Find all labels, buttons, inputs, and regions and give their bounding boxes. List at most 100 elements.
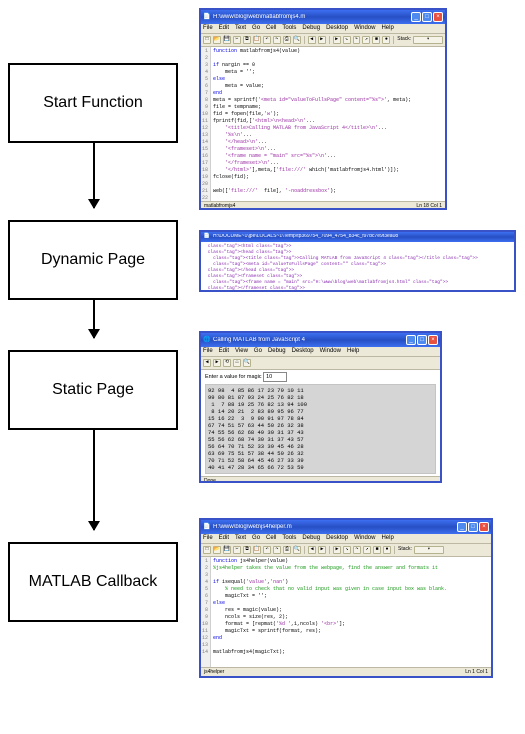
menu-text[interactable]: Text xyxy=(235,25,246,32)
copy-icon[interactable]: ⧉ xyxy=(243,36,251,44)
close-button[interactable]: × xyxy=(433,12,443,22)
menu-help[interactable]: Help xyxy=(381,25,393,32)
menu-edit[interactable]: Edit xyxy=(219,535,229,542)
new-icon[interactable]: □ xyxy=(203,36,211,44)
redo-icon[interactable]: ↷ xyxy=(273,36,281,44)
print-icon[interactable]: ⎙ xyxy=(283,36,291,44)
menu-cell[interactable]: Cell xyxy=(266,535,276,542)
redo-icon[interactable]: ↷ xyxy=(273,546,281,554)
menu-help[interactable]: Help xyxy=(347,348,359,355)
menu-file[interactable]: File xyxy=(203,348,213,355)
back-icon[interactable]: ◀ xyxy=(203,359,211,367)
window-title: H:\www\blog\web\js4helper.m xyxy=(213,524,457,531)
editor-body: 123456789101112131415161718192021222324 … xyxy=(201,47,445,201)
menu-window[interactable]: Window xyxy=(354,25,375,32)
home-icon[interactable]: ⌂ xyxy=(233,359,241,367)
line-gutter: 1234567891011121314 xyxy=(201,557,211,667)
flow-box-dynamic-page: Dynamic Page xyxy=(8,220,178,300)
code-area[interactable]: function matlabfromjs4(value) if nargin … xyxy=(211,47,413,201)
minimize-button[interactable]: _ xyxy=(411,12,421,22)
find-icon[interactable]: 🔍 xyxy=(293,546,301,554)
maximize-button[interactable]: □ xyxy=(468,522,478,532)
run-icon[interactable]: ▶ xyxy=(333,36,341,44)
code-area[interactable]: function js4helper(value) %js4helper tak… xyxy=(211,557,449,667)
breakpoint-icon[interactable]: ● xyxy=(382,36,390,44)
fwd-icon[interactable]: ▶ xyxy=(318,36,326,44)
find-icon[interactable]: 🔍 xyxy=(243,359,251,367)
stop-icon[interactable]: ■ xyxy=(373,546,381,554)
maximize-button[interactable]: □ xyxy=(417,335,427,345)
fwd-icon[interactable]: ▶ xyxy=(318,546,326,554)
menu-window[interactable]: Window xyxy=(354,535,375,542)
menu-bar: File Edit Text Go Cell Tools Debug Desktop Windo… xyxy=(201,24,445,34)
step-in-icon[interactable]: ↘ xyxy=(343,546,351,554)
stack-label: Stack: xyxy=(397,37,411,43)
menu-tools[interactable]: Tools xyxy=(282,535,296,542)
undo-icon[interactable]: ↶ xyxy=(263,546,271,554)
menu-window[interactable]: Window xyxy=(320,348,341,355)
window-titlebar[interactable]: 📄 H:\www\blog\web\js4helper.m _ □ × xyxy=(201,520,491,534)
menu-help[interactable]: Help xyxy=(381,535,393,542)
reload-icon[interactable]: ⟲ xyxy=(223,359,231,367)
paste-icon[interactable]: 📋 xyxy=(253,36,261,44)
menu-go[interactable]: Go xyxy=(252,25,260,32)
stack-dropdown[interactable]: ▾ xyxy=(414,546,444,554)
app-icon: 📄 xyxy=(203,233,211,241)
window-titlebar[interactable]: 🌐 Calling MATLAB from JavaScript 4 _ □ × xyxy=(201,333,440,347)
menu-tools[interactable]: Tools xyxy=(282,25,296,32)
menu-debug[interactable]: Debug xyxy=(302,25,320,32)
window-title: H:\DOCUME~1\jpe\LOCALS~1\Temp\tp369754_7… xyxy=(213,234,512,240)
matlab-web-browser-window: 🌐 Calling MATLAB from JavaScript 4 _ □ ×… xyxy=(199,331,442,483)
menu-debug[interactable]: Debug xyxy=(268,348,286,355)
menu-desktop[interactable]: Desktop xyxy=(326,25,348,32)
menu-go[interactable]: Go xyxy=(254,348,262,355)
undo-icon[interactable]: ↶ xyxy=(263,36,271,44)
menu-go[interactable]: Go xyxy=(252,535,260,542)
generated-html-window: 📄 H:\DOCUME~1\jpe\LOCALS~1\Temp\tp369754… xyxy=(199,230,516,292)
close-button[interactable]: × xyxy=(479,522,489,532)
magic-input[interactable]: 10 xyxy=(263,372,287,382)
menu-text[interactable]: Text xyxy=(235,535,246,542)
stop-icon[interactable]: ■ xyxy=(372,36,380,44)
stack-dropdown[interactable]: ▾ xyxy=(413,36,443,44)
print-icon[interactable]: ⎙ xyxy=(283,546,291,554)
menu-view[interactable]: View xyxy=(235,348,248,355)
paste-icon[interactable]: 📋 xyxy=(253,546,261,554)
step-out-icon[interactable]: ↗ xyxy=(363,546,371,554)
window-titlebar[interactable]: 📄 H:\www\blog\web\matlabfromjs4.m _ □ × xyxy=(201,10,445,24)
step-over-icon[interactable]: ↷ xyxy=(353,36,361,44)
maximize-button[interactable]: □ xyxy=(422,12,432,22)
html-source-body: class="tag"><html class="tag">> class="t… xyxy=(201,242,514,292)
new-icon[interactable]: □ xyxy=(203,546,211,554)
toolbar-separator xyxy=(329,36,330,44)
step-out-icon[interactable]: ↗ xyxy=(362,36,370,44)
menu-desktop[interactable]: Desktop xyxy=(292,348,314,355)
run-icon[interactable]: ▶ xyxy=(333,546,341,554)
save-icon[interactable]: 💾 xyxy=(223,36,231,44)
step-in-icon[interactable]: ↘ xyxy=(343,36,351,44)
breakpoint-icon[interactable]: ● xyxy=(383,546,391,554)
open-icon[interactable]: 📂 xyxy=(213,546,221,554)
close-button[interactable]: × xyxy=(428,335,438,345)
menu-desktop[interactable]: Desktop xyxy=(326,535,348,542)
minimize-button[interactable]: _ xyxy=(406,335,416,345)
open-icon[interactable]: 📂 xyxy=(213,36,221,44)
cut-icon[interactable]: ✂ xyxy=(233,546,241,554)
find-icon[interactable]: 🔍 xyxy=(293,36,301,44)
back-icon[interactable]: ◀ xyxy=(308,36,316,44)
back-icon[interactable]: ◀ xyxy=(308,546,316,554)
magic-output: 92 98 4 85 86 17 23 79 10 11 99 80 81 87… xyxy=(205,384,436,474)
menu-file[interactable]: File xyxy=(203,535,213,542)
step-over-icon[interactable]: ↷ xyxy=(353,546,361,554)
fwd-icon[interactable]: ▶ xyxy=(213,359,221,367)
menu-edit[interactable]: Edit xyxy=(219,25,229,32)
window-titlebar[interactable]: 📄 H:\DOCUME~1\jpe\LOCALS~1\Temp\tp369754… xyxy=(201,232,514,242)
copy-icon[interactable]: ⧉ xyxy=(243,546,251,554)
menu-debug[interactable]: Debug xyxy=(302,535,320,542)
menu-edit[interactable]: Edit xyxy=(219,348,229,355)
cut-icon[interactable]: ✂ xyxy=(233,36,241,44)
save-icon[interactable]: 💾 xyxy=(223,546,231,554)
menu-cell[interactable]: Cell xyxy=(266,25,276,32)
minimize-button[interactable]: _ xyxy=(457,522,467,532)
menu-file[interactable]: File xyxy=(203,25,213,32)
